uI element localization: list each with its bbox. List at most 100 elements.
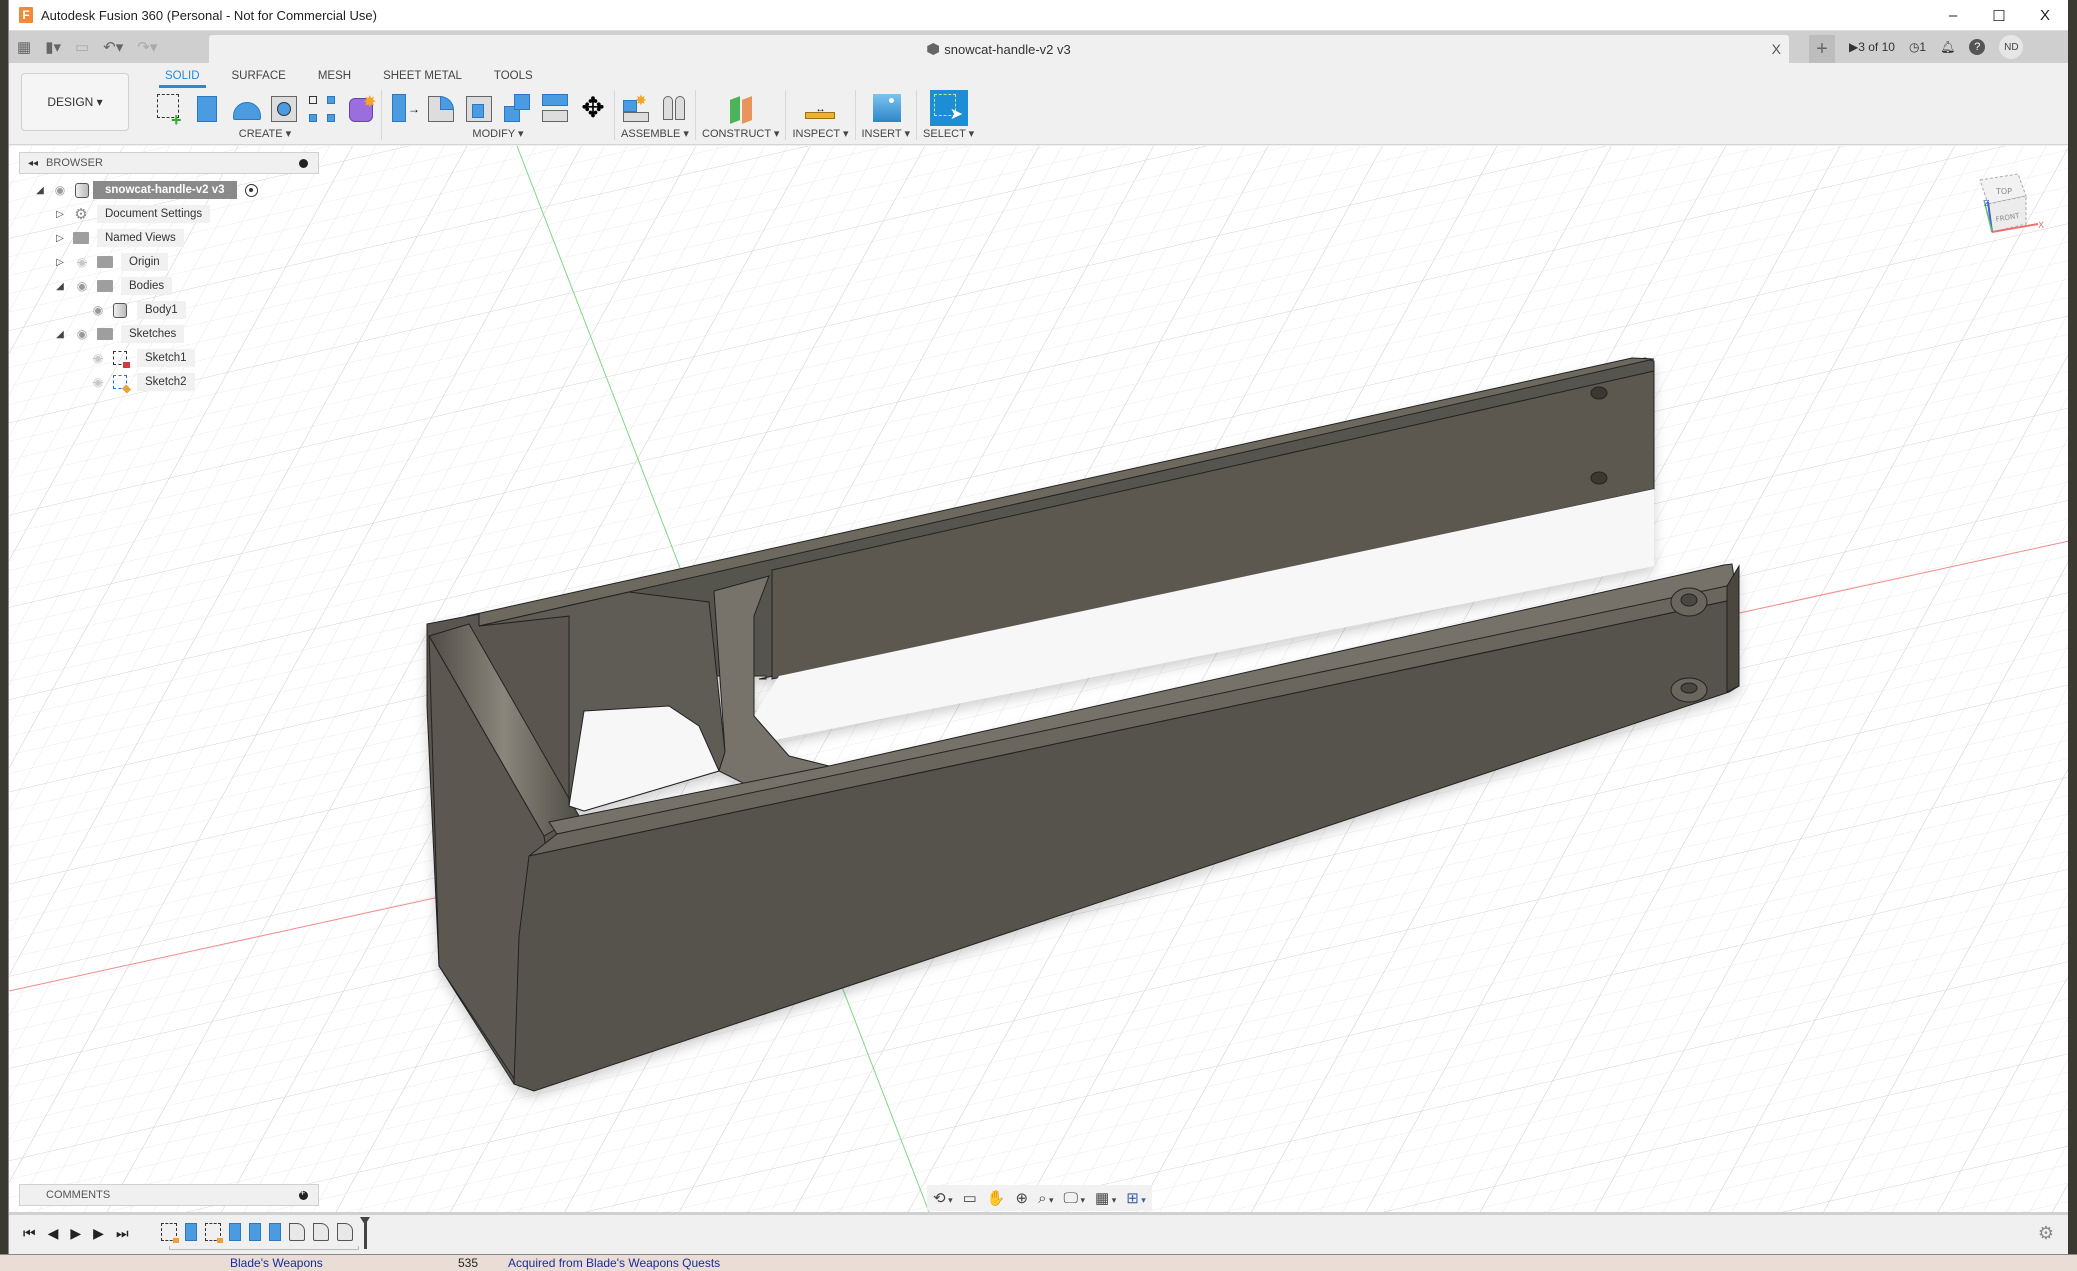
select-icon[interactable]: ➤ [929, 90, 968, 126]
hidden-eye-icon[interactable]: ◉ [89, 351, 107, 365]
timeline-fillet-icon[interactable] [337, 1223, 353, 1241]
new-component-icon[interactable]: ✸ [621, 92, 651, 124]
tree-item-bodies[interactable]: ◢ ◉ Bodies [19, 274, 319, 298]
timeline-extrude-icon[interactable] [269, 1223, 281, 1241]
tree-item-sketch1[interactable]: ◉ Sketch1 [19, 346, 319, 370]
tree-root[interactable]: ◢ ◉ snowcat-handle-v2 v3 [19, 178, 319, 202]
hole-icon[interactable] [269, 92, 299, 124]
measure-icon[interactable]: ↔ [805, 92, 836, 124]
expand-toggle-icon[interactable]: ◢ [53, 329, 67, 340]
close-tab-icon[interactable]: X [1772, 41, 1781, 57]
extrude-icon[interactable] [193, 92, 223, 124]
expand-toggle-icon[interactable]: ▷ [53, 209, 67, 220]
look-at-icon[interactable]: ▭ [963, 1189, 977, 1207]
step-back-icon[interactable]: ◀ [48, 1225, 59, 1242]
grid-icon[interactable]: ▦ [17, 38, 31, 56]
tree-item-named-views[interactable]: ▷ Named Views [19, 226, 319, 250]
hidden-eye-icon[interactable]: ◉ [73, 255, 91, 269]
save-icon[interactable]: ▭ [75, 38, 89, 56]
add-comment-icon[interactable] [299, 1188, 308, 1200]
redo-icon[interactable]: ↷▾ [137, 38, 157, 56]
tree-root-label: snowcat-handle-v2 v3 [93, 181, 237, 199]
file-icon[interactable]: ▮▾ [45, 38, 61, 56]
help-icon[interactable]: ? [1969, 39, 1986, 55]
activate-radio-icon[interactable] [244, 183, 258, 197]
timeline-marker[interactable] [360, 1217, 370, 1249]
zoom-icon[interactable]: ⊕ [1015, 1189, 1028, 1207]
create-form-icon[interactable]: ✸ [345, 92, 376, 124]
minimize-button[interactable]: – [1930, 0, 1976, 31]
viewports-icon[interactable]: ⊞ [1126, 1189, 1146, 1207]
play-icon[interactable]: ▶ [70, 1225, 81, 1242]
close-button[interactable]: X [2022, 0, 2068, 31]
hidden-eye-icon[interactable]: ◉ [89, 375, 107, 389]
press-pull-icon[interactable]: → [388, 92, 420, 124]
visibility-eye-icon[interactable]: ◉ [89, 303, 107, 317]
tree-item-body1[interactable]: ◉ Body1 [19, 298, 319, 322]
viewcube[interactable]: TOP FRONT X Z [1966, 166, 2046, 246]
shell-icon[interactable] [464, 92, 494, 124]
expand-toggle-icon[interactable]: ▷ [53, 233, 67, 244]
create-menu[interactable]: CREATE ▾ [239, 127, 291, 140]
timeline-sketch-icon[interactable] [161, 1223, 179, 1243]
timeline-sketch-icon[interactable] [205, 1223, 223, 1243]
timeline-extrude-icon[interactable] [185, 1223, 197, 1241]
tab-tools[interactable]: TOOLS [478, 67, 549, 87]
new-tab-button[interactable]: + [1809, 35, 1835, 63]
fillet-icon[interactable] [426, 92, 456, 124]
undo-icon[interactable]: ↶▾ [103, 38, 123, 56]
insert-image-icon[interactable] [871, 92, 901, 124]
modify-menu[interactable]: MODIFY ▾ [472, 127, 523, 140]
tree-item-document-settings[interactable]: ▷ ⚙ Document Settings [19, 202, 319, 226]
revolve-icon[interactable] [231, 92, 261, 124]
step-forward-icon[interactable]: ▶ [93, 1225, 104, 1242]
timeline-settings-icon[interactable]: ⚙ [2038, 1223, 2054, 1244]
tab-sheet-metal[interactable]: SHEET METAL [367, 67, 478, 87]
tree-item-sketches[interactable]: ◢ ◉ Sketches [19, 322, 319, 346]
select-menu[interactable]: SELECT ▾ [923, 127, 974, 140]
assemble-menu[interactable]: ASSEMBLE ▾ [621, 127, 689, 140]
move-icon[interactable]: ✥ [578, 92, 608, 124]
tab-surface[interactable]: SURFACE [216, 67, 302, 87]
combine-icon[interactable] [502, 92, 532, 124]
visibility-eye-icon[interactable]: ◉ [73, 279, 91, 293]
offset-face-icon[interactable] [540, 92, 570, 124]
pan-icon[interactable]: ✋ [987, 1189, 1006, 1207]
job-status-button[interactable]: ▶3 of 10 [1849, 40, 1895, 54]
expand-toggle-icon[interactable]: ◢ [53, 281, 67, 292]
fit-icon[interactable]: ⌕ [1038, 1190, 1053, 1207]
create-sketch-icon[interactable]: + [155, 92, 185, 130]
notifications-icon[interactable]: 🔔︎ [1940, 40, 1955, 54]
3d-viewport[interactable]: ◂◂ BROWSER ◢ ◉ snowcat-handle-v2 v3 ▷ ⚙ … [9, 146, 2068, 1212]
grid-settings-icon[interactable]: ▦ [1095, 1189, 1116, 1207]
insert-menu[interactable]: INSERT ▾ [862, 127, 911, 140]
history-button[interactable]: ◷1 [1909, 40, 1926, 54]
timeline-chamfer-icon[interactable] [313, 1223, 329, 1241]
tree-item-origin[interactable]: ▷ ◉ Origin [19, 250, 319, 274]
visibility-eye-icon[interactable]: ◉ [73, 327, 91, 341]
inspect-menu[interactable]: INSPECT ▾ [792, 127, 848, 140]
collapse-browser-icon[interactable]: ◂◂ [28, 158, 38, 169]
timeline-extrude-icon[interactable] [249, 1223, 261, 1241]
offset-plane-icon[interactable] [726, 92, 756, 124]
visibility-eye-icon[interactable]: ◉ [51, 183, 69, 197]
document-tab[interactable]: snowcat-handle-v2 v3 X [209, 35, 1789, 63]
user-avatar[interactable]: ND [1999, 35, 2024, 59]
tab-mesh[interactable]: MESH [302, 67, 367, 87]
browser-pin-icon[interactable] [299, 158, 308, 168]
workspace-switcher[interactable]: DESIGN ▾ [21, 73, 129, 131]
pattern-icon[interactable] [307, 92, 337, 124]
go-to-end-icon[interactable]: ⏭ [116, 1225, 129, 1242]
maximize-button[interactable]: ☐ [1976, 0, 2022, 31]
joint-icon[interactable] [659, 92, 689, 124]
timeline-fillet-icon[interactable] [289, 1223, 305, 1241]
tab-solid[interactable]: SOLID [149, 67, 216, 88]
expand-toggle-icon[interactable]: ◢ [33, 185, 47, 196]
expand-toggle-icon[interactable]: ▷ [53, 257, 67, 268]
display-settings-icon[interactable]: 🖵 [1064, 1190, 1086, 1207]
tree-item-sketch2[interactable]: ◉ Sketch2 [19, 370, 319, 394]
go-to-start-icon[interactable]: ⏮ [23, 1225, 36, 1242]
construct-menu[interactable]: CONSTRUCT ▾ [702, 127, 779, 140]
timeline-extrude-icon[interactable] [229, 1223, 241, 1241]
orbit-icon[interactable]: ⟲ [933, 1189, 953, 1207]
